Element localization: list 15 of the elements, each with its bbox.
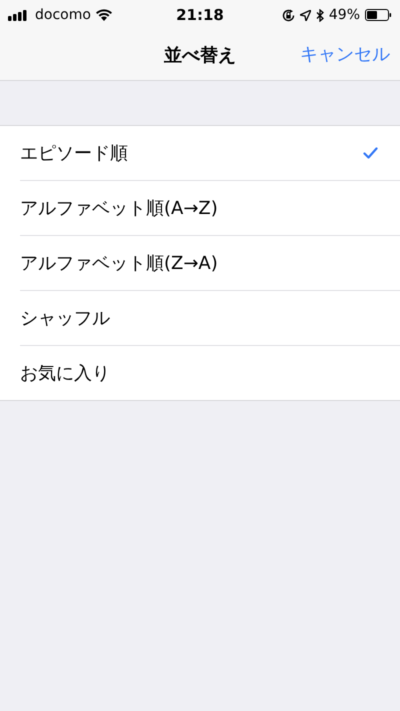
carrier-name: docomo: [35, 7, 91, 23]
sort-option[interactable]: エピソード順: [20, 126, 400, 181]
sort-option[interactable]: アルファベット順(A→Z): [20, 181, 400, 236]
battery-icon: [365, 9, 392, 21]
sort-option[interactable]: シャッフル: [20, 291, 400, 346]
sort-option[interactable]: お気に入り: [20, 346, 400, 400]
location-arrow-icon: [300, 10, 311, 20]
cancel-button[interactable]: キャンセル: [300, 42, 390, 66]
wifi-icon: [96, 9, 112, 21]
battery-percent: 49%: [328, 7, 360, 23]
sort-option[interactable]: アルファベット順(Z→A): [20, 236, 400, 291]
rotation-lock-icon: [282, 8, 295, 22]
nav-title: 並べ替え: [164, 44, 236, 67]
clock-time: 21:18: [176, 6, 224, 24]
bluetooth-icon: [316, 8, 324, 22]
